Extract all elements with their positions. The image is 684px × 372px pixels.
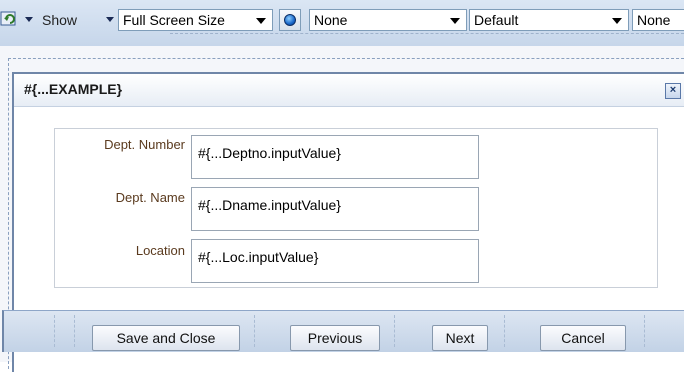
style-select-value: None	[314, 12, 348, 28]
dialog-header: #{...EXAMPLE} ×	[14, 74, 684, 107]
toolbar-divider	[170, 33, 684, 34]
size-select-value: Full Screen Size	[123, 12, 225, 28]
dept-name-value: #{...Dname.inputValue}	[198, 197, 341, 213]
refresh-dropdown-icon[interactable]	[25, 17, 33, 22]
next-button[interactable]: Next	[432, 325, 488, 351]
refresh-icon[interactable]	[0, 9, 20, 29]
chevron-down-icon	[612, 18, 622, 24]
dialog-title: #{...EXAMPLE}	[24, 81, 123, 97]
extra-select-value: None	[637, 12, 671, 28]
show-menu-label[interactable]: Show	[42, 12, 77, 28]
dept-number-field[interactable]: #{...Deptno.inputValue}	[191, 135, 479, 179]
toolbar: Show Full Screen Size None Default None	[0, 0, 684, 47]
button-bar-divider	[504, 315, 505, 347]
save-and-close-button[interactable]: Save and Close	[92, 325, 240, 351]
close-button[interactable]: ×	[665, 83, 681, 99]
form-panel: Dept. Number #{...Deptno.inputValue} Dep…	[54, 128, 658, 288]
cancel-button[interactable]: Cancel	[540, 325, 626, 351]
button-bar-divider	[644, 315, 645, 347]
chevron-down-icon	[450, 18, 460, 24]
chevron-down-icon	[256, 18, 266, 24]
button-bar-divider	[54, 315, 55, 347]
dept-name-field[interactable]: #{...Dname.inputValue}	[191, 187, 479, 231]
button-bar-divider	[394, 315, 395, 347]
extra-select[interactable]: None	[632, 9, 684, 31]
location-value: #{...Loc.inputValue}	[198, 249, 319, 265]
close-icon: ×	[669, 84, 677, 96]
skin-select[interactable]: Default	[469, 9, 629, 31]
previous-button[interactable]: Previous	[290, 325, 380, 351]
button-bar: Save and Close Previous Next Cancel	[2, 310, 684, 352]
show-dropdown-icon[interactable]	[106, 17, 114, 22]
button-bar-divider	[74, 315, 75, 347]
size-select[interactable]: Full Screen Size	[118, 9, 273, 31]
dept-number-value: #{...Deptno.inputValue}	[198, 145, 341, 161]
button-bar-divider	[254, 315, 255, 347]
dept-name-label: Dept. Name	[115, 190, 185, 205]
dept-number-label: Dept. Number	[104, 137, 185, 152]
skin-select-value: Default	[474, 12, 519, 28]
globe-icon	[284, 14, 296, 26]
style-select[interactable]: None	[309, 9, 467, 31]
location-label: Location	[135, 243, 185, 258]
globe-button[interactable]	[279, 9, 301, 31]
location-field[interactable]: #{...Loc.inputValue}	[191, 239, 479, 283]
